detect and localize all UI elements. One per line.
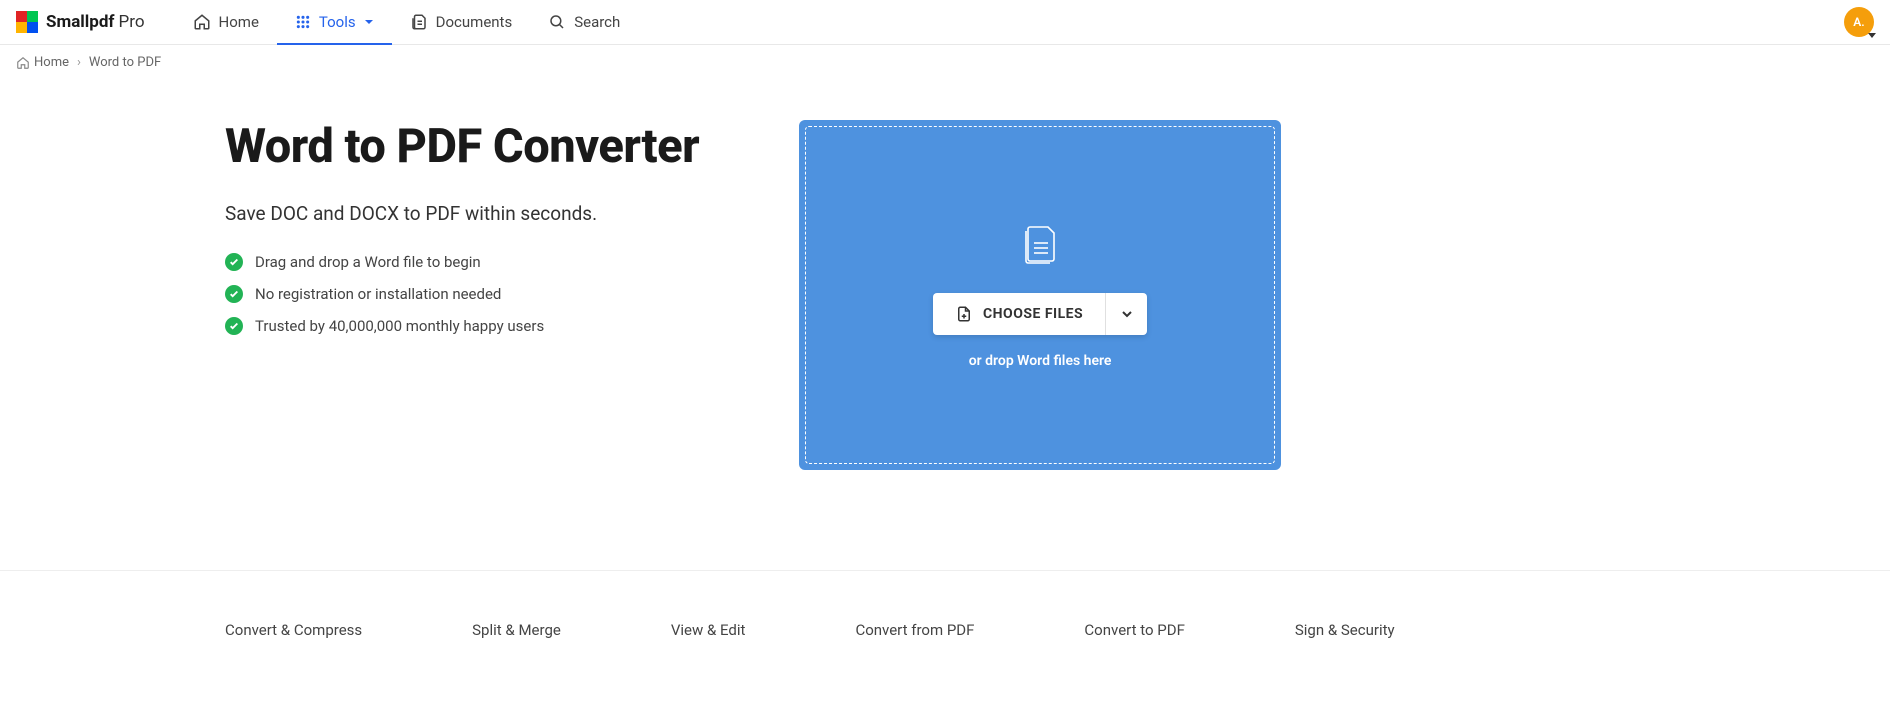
- brand-suffix: Pro: [119, 12, 145, 32]
- main-content: Word to PDF Converter Save DOC and DOCX …: [0, 80, 1890, 550]
- nav-documents-label: Documents: [436, 13, 513, 31]
- nav-search[interactable]: Search: [530, 0, 638, 44]
- grid-icon: [295, 14, 311, 30]
- check-icon: [225, 253, 243, 271]
- search-icon: [548, 13, 566, 31]
- avatar-initial: A.: [1853, 15, 1864, 29]
- file-plus-icon: [955, 305, 973, 323]
- home-icon: [193, 13, 211, 31]
- avatar[interactable]: A.: [1844, 7, 1874, 37]
- feature-item: Trusted by 40,000,000 monthly happy user…: [225, 317, 699, 335]
- check-icon: [225, 317, 243, 335]
- avatar-caret-icon: [1868, 33, 1876, 38]
- main-nav: Home Tools Documents Search: [175, 0, 639, 44]
- feature-item: Drag and drop a Word file to begin: [225, 253, 699, 271]
- nav-home[interactable]: Home: [175, 0, 277, 44]
- feature-text: No registration or installation needed: [255, 285, 501, 303]
- caret-down-icon: [364, 17, 374, 27]
- category-view-edit[interactable]: View & Edit: [671, 621, 746, 639]
- nav-search-label: Search: [574, 13, 620, 31]
- chevron-down-icon: [1121, 308, 1133, 320]
- breadcrumb-home-label: Home: [34, 55, 69, 70]
- tool-categories: Convert & Compress Split & Merge View & …: [0, 571, 1890, 659]
- dropzone-inner: CHOOSE FILES or drop Word files here: [805, 126, 1275, 464]
- check-icon: [225, 285, 243, 303]
- documents-icon: [410, 13, 428, 31]
- choose-files-dropdown[interactable]: [1105, 293, 1147, 335]
- feature-text: Trusted by 40,000,000 monthly happy user…: [255, 317, 544, 335]
- file-stack-icon: [1015, 221, 1065, 275]
- category-sign-security[interactable]: Sign & Security: [1295, 621, 1395, 639]
- header: Smallpdf Pro Home Tools Documents: [0, 0, 1890, 45]
- nav-home-label: Home: [219, 13, 259, 31]
- choose-files-button[interactable]: CHOOSE FILES: [933, 293, 1105, 335]
- nav-tools[interactable]: Tools: [277, 0, 392, 44]
- breadcrumb-separator: ›: [77, 55, 81, 70]
- breadcrumb-home[interactable]: Home: [16, 55, 69, 70]
- category-convert-compress[interactable]: Convert & Compress: [225, 621, 362, 639]
- choose-files-group: CHOOSE FILES: [933, 293, 1147, 335]
- breadcrumb: Home › Word to PDF: [0, 45, 1890, 80]
- drop-hint: or drop Word files here: [969, 353, 1112, 369]
- breadcrumb-current: Word to PDF: [89, 55, 161, 70]
- page-subtitle: Save DOC and DOCX to PDF within seconds.: [225, 202, 699, 225]
- feature-text: Drag and drop a Word file to begin: [255, 253, 481, 271]
- feature-item: No registration or installation needed: [225, 285, 699, 303]
- brand-name: Smallpdf: [46, 12, 115, 32]
- intro-section: Word to PDF Converter Save DOC and DOCX …: [225, 120, 699, 470]
- category-convert-to-pdf[interactable]: Convert to PDF: [1084, 621, 1184, 639]
- dropzone[interactable]: CHOOSE FILES or drop Word files here: [799, 120, 1281, 470]
- category-convert-from-pdf[interactable]: Convert from PDF: [855, 621, 974, 639]
- category-split-merge[interactable]: Split & Merge: [472, 621, 561, 639]
- page-title: Word to PDF Converter: [225, 120, 699, 174]
- logo-icon: [16, 11, 38, 33]
- nav-tools-label: Tools: [319, 13, 356, 31]
- choose-files-label: CHOOSE FILES: [983, 306, 1083, 322]
- nav-documents[interactable]: Documents: [392, 0, 531, 44]
